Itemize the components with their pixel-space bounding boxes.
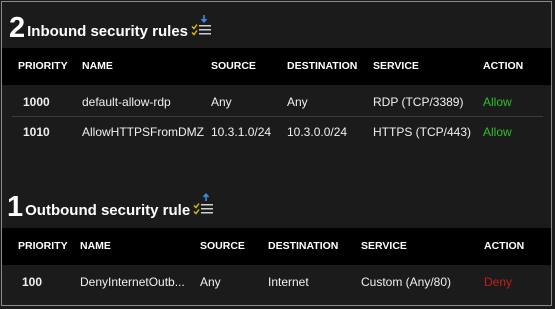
table-row[interactable]: 100 DenyInternetOutb... Any Internet Cus… xyxy=(2,267,551,297)
rule-action-deny: Deny xyxy=(484,275,513,289)
inbound-title-label: Inbound security rules xyxy=(27,23,189,40)
column-header-service[interactable]: SERVICE xyxy=(373,60,419,72)
outbound-rule-count: 1 xyxy=(7,191,24,223)
rule-name: default-allow-rdp xyxy=(82,95,171,109)
rule-name: DenyInternetOutb... xyxy=(80,275,185,289)
rule-destination: 10.3.0.0/24 xyxy=(287,125,348,139)
rule-source: Any xyxy=(211,95,232,109)
rule-action-allow: Allow xyxy=(483,125,512,139)
outbound-table-header: PRIORITY NAME SOURCE DESTINATION SERVICE… xyxy=(2,228,551,265)
rule-priority: 1000 xyxy=(23,95,50,109)
rule-service: Custom (Any/80) xyxy=(361,275,452,289)
nsg-rules-panel: 2 Inbound security rules PRIORITY NAME S… xyxy=(1,1,552,306)
outbound-section-title: 1 Outbound security rule xyxy=(7,191,215,223)
inbound-section-title: 2 Inbound security rules xyxy=(9,12,213,44)
rule-service: HTTPS (TCP/443) xyxy=(373,125,472,139)
rule-action-allow: Allow xyxy=(483,95,512,109)
column-header-destination[interactable]: DESTINATION xyxy=(287,60,357,72)
column-header-action[interactable]: ACTION xyxy=(483,60,523,72)
table-row[interactable]: 1000 default-allow-rdp Any Any RDP (TCP/… xyxy=(2,87,551,117)
inbound-rule-count: 2 xyxy=(9,12,26,44)
rule-source: 10.3.1.0/24 xyxy=(211,125,272,139)
column-header-name[interactable]: NAME xyxy=(82,60,113,72)
inbound-table-header: PRIORITY NAME SOURCE DESTINATION SERVICE… xyxy=(2,48,551,85)
rule-destination: Internet xyxy=(268,275,309,289)
column-header-priority[interactable]: PRIORITY xyxy=(18,240,68,252)
column-header-service[interactable]: SERVICE xyxy=(361,240,407,252)
column-header-source[interactable]: SOURCE xyxy=(211,60,256,72)
rule-priority: 1010 xyxy=(23,125,50,139)
column-header-source[interactable]: SOURCE xyxy=(200,240,245,252)
rule-priority: 100 xyxy=(22,275,43,289)
rule-service: RDP (TCP/3389) xyxy=(373,95,464,109)
outbound-title-label: Outbound security rule xyxy=(25,202,191,219)
column-header-destination[interactable]: DESTINATION xyxy=(268,240,338,252)
table-row[interactable]: 1010 AllowHTTPSFromDMZ 10.3.1.0/24 10.3.… xyxy=(2,117,551,147)
upload-list-icon[interactable] xyxy=(193,192,215,220)
rule-destination: Any xyxy=(287,95,308,109)
column-header-priority[interactable]: PRIORITY xyxy=(18,60,68,72)
column-header-name[interactable]: NAME xyxy=(80,240,111,252)
download-list-icon[interactable] xyxy=(191,14,213,41)
column-header-action[interactable]: ACTION xyxy=(484,240,524,252)
rule-source: Any xyxy=(200,275,221,289)
rule-name: AllowHTTPSFromDMZ xyxy=(82,125,204,139)
